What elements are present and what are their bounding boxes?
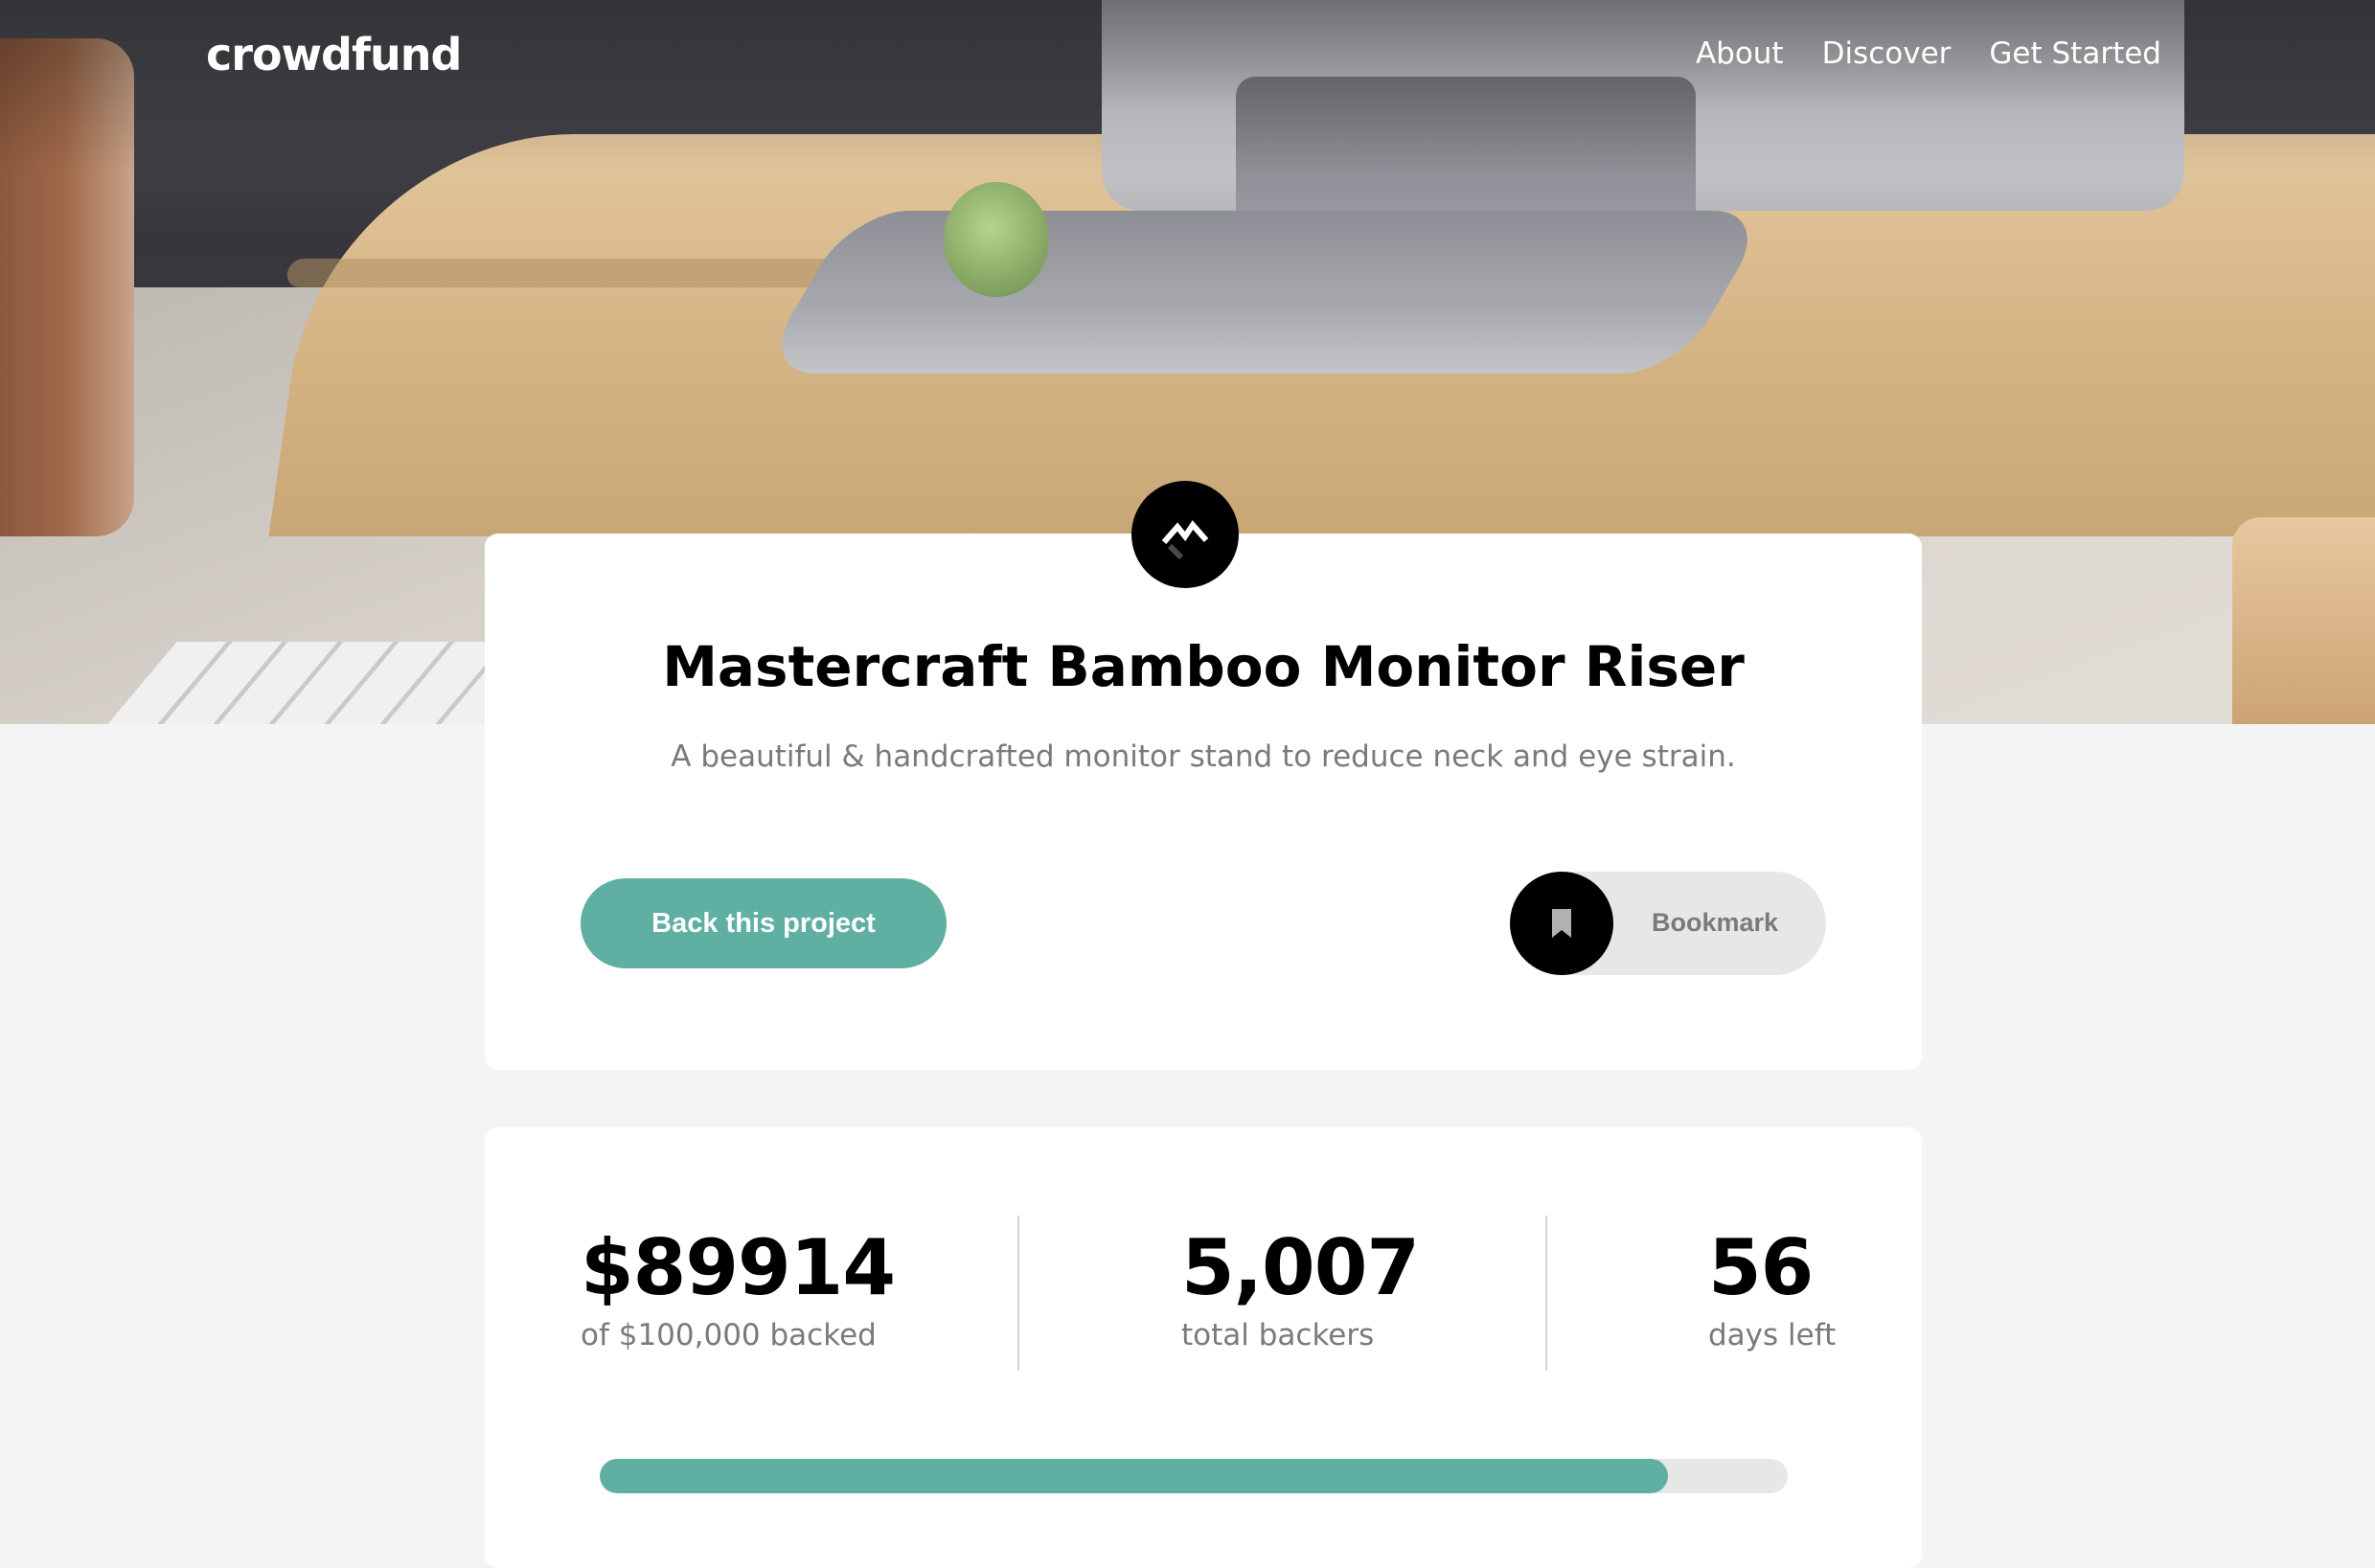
top-nav: crowdfund About Discover Get Started <box>0 0 2375 115</box>
backed-amount: $89914 <box>581 1223 896 1312</box>
backed-label: of $100,000 backed <box>581 1318 877 1352</box>
nav-discover-link[interactable]: Discover <box>1822 36 1952 71</box>
nav-get-started-link[interactable]: Get Started <box>1989 36 2161 71</box>
project-stats-card: $89914 of $100,000 backed 5,007 total ba… <box>485 1127 1922 1568</box>
funding-progress-bar <box>600 1459 1788 1493</box>
stat-backers: 5,007 total backers <box>1181 1223 1420 1352</box>
nav-links: About Discover Get Started <box>1696 36 2161 71</box>
project-description: A beautiful & handcrafted monitor stand … <box>671 739 1736 774</box>
backers-count: 5,007 <box>1181 1223 1420 1312</box>
bookmark-label: Bookmark <box>1652 908 1779 937</box>
days-count: 56 <box>1708 1223 1814 1312</box>
stat-days-left: 56 days left <box>1708 1223 1836 1352</box>
stat-backed: $89914 of $100,000 backed <box>581 1223 896 1352</box>
backers-label: total backers <box>1181 1318 1375 1352</box>
back-project-button[interactable]: Back this project <box>581 878 947 968</box>
mastercraft-logo-icon <box>1131 481 1239 588</box>
nav-about-link[interactable]: About <box>1696 36 1784 71</box>
bookmark-icon <box>1510 872 1613 975</box>
bookmark-button[interactable]: Bookmark <box>1510 872 1826 975</box>
project-intro-card: Mastercraft Bamboo Monitor Riser A beaut… <box>485 534 1922 1070</box>
days-label: days left <box>1708 1318 1837 1352</box>
progress-fill <box>600 1459 1668 1493</box>
site-logo[interactable]: crowdfund <box>206 29 462 80</box>
project-title: Mastercraft Bamboo Monitor Riser <box>662 634 1745 699</box>
stat-divider <box>1017 1216 1019 1371</box>
stat-divider <box>1545 1216 1547 1371</box>
